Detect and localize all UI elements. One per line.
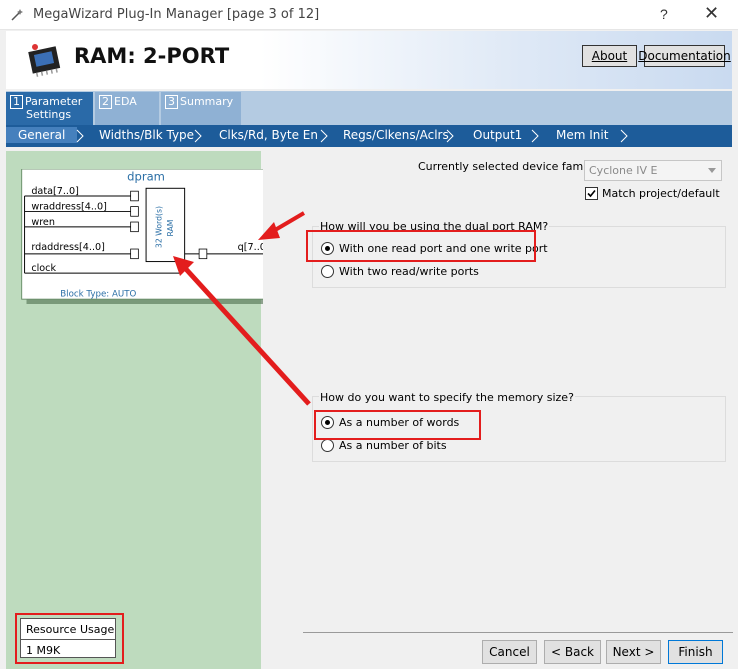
chevron-right-icon [194, 129, 202, 143]
option-number-of-bits-label: As a number of bits [339, 439, 447, 452]
tab-summary[interactable]: 3 Summary [161, 92, 241, 125]
documentation-label: Documentation [638, 49, 731, 63]
match-project-checkbox[interactable] [585, 187, 598, 200]
tab-parameter-settings[interactable]: 1 Parameter Settings [6, 92, 93, 125]
page-title: RAM: 2-PORT [74, 44, 230, 68]
memory-size-question: How do you want to specify the memory si… [319, 391, 575, 404]
option-two-read-write-label: With two read/write ports [339, 265, 479, 278]
sub-nav: General Widths/Blk Type Clks/Rd, Byte En… [6, 125, 732, 147]
help-button[interactable]: ? [660, 6, 668, 22]
highlight-box-port-option [306, 230, 536, 262]
chevron-down-icon [708, 168, 716, 173]
block-label-1: 32 Word(s) [155, 206, 164, 248]
chevron-right-icon [531, 129, 539, 143]
diagram-name: dpram [127, 170, 165, 184]
back-button[interactable]: < Back [544, 640, 601, 664]
chip-icon [28, 44, 61, 77]
close-button[interactable]: ✕ [704, 3, 719, 24]
tab-eda[interactable]: 2 EDA [95, 92, 159, 125]
tab-number: 3 [165, 95, 178, 109]
next-button[interactable]: Next > [606, 640, 661, 664]
subnav-general[interactable]: General [6, 127, 78, 143]
wand-icon [11, 9, 23, 21]
device-family-value: Cyclone IV E [589, 164, 658, 177]
match-project-label: Match project/default [602, 187, 720, 200]
tab-label-line2: Settings [26, 108, 72, 121]
page-tabs: 1 Parameter Settings 2 EDA 3 Summary [6, 91, 732, 125]
highlight-box-resource [15, 613, 124, 664]
port-label: data[7..0] [31, 186, 79, 197]
chevron-right-icon [320, 129, 328, 143]
subnav-regs[interactable]: Regs/Clkens/Aclrs [343, 128, 449, 142]
chevron-right-icon [76, 129, 84, 143]
radio-two-read-write[interactable] [321, 265, 334, 278]
block-type-label: Block Type: AUTO [60, 289, 136, 299]
port-label: wraddress[4..0] [31, 202, 107, 213]
cancel-button[interactable]: Cancel [482, 640, 537, 664]
subnav-clks[interactable]: Clks/Rd, Byte En [219, 128, 318, 142]
subnav-output1[interactable]: Output1 [473, 128, 522, 142]
device-family-select[interactable]: Cyclone IV E [584, 160, 722, 181]
port-label: rdaddress[4..0] [31, 242, 105, 253]
back-label: < Back [550, 645, 594, 659]
subnav-mem-init[interactable]: Mem Init [556, 128, 608, 142]
documentation-button[interactable]: Documentation [638, 45, 731, 67]
radio-number-of-bits[interactable] [321, 439, 334, 452]
window-title: MegaWizard Plug-In Manager [page 3 of 12… [33, 7, 320, 22]
tab-number: 2 [99, 95, 112, 109]
about-button[interactable]: About [582, 45, 637, 67]
about-label: About [591, 49, 628, 63]
tab-label: Parameter [25, 95, 83, 108]
chevron-right-icon [620, 129, 628, 143]
tab-label: EDA [114, 95, 137, 108]
block-diagram: dpram data[7..0] wraddress[4..0] wren rd… [21, 169, 275, 304]
finish-button[interactable]: Finish [668, 640, 723, 664]
checkmark-icon [587, 189, 596, 198]
block-label-2: RAM [166, 220, 175, 237]
subnav-widths[interactable]: Widths/Blk Type [99, 128, 194, 142]
device-family-label: Currently selected device family: [418, 160, 599, 173]
port-label: wren [31, 217, 55, 228]
next-label: Next > [612, 645, 655, 659]
chevron-right-icon [446, 129, 454, 143]
title-bar: MegaWizard Plug-In Manager [page 3 of 12… [0, 0, 738, 30]
tab-number: 1 [10, 95, 23, 109]
port-label: clock [31, 263, 56, 274]
highlight-box-words-option [314, 410, 481, 440]
header-banner: RAM: 2-PORT About Documentation [6, 31, 732, 89]
footer-separator [303, 632, 733, 633]
tab-label: Summary [180, 95, 234, 108]
